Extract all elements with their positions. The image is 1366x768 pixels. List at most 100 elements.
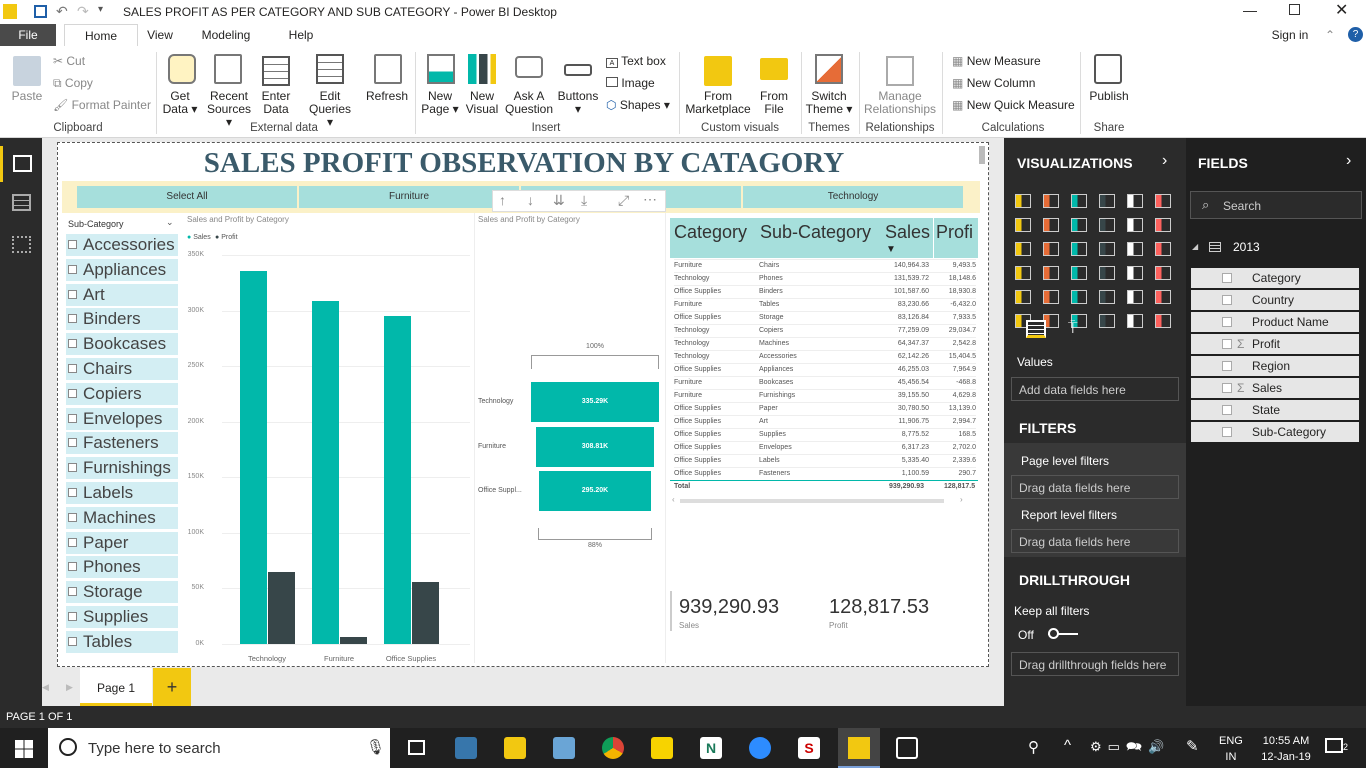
copy-button[interactable]: ⧉ Copy (53, 77, 93, 90)
fields-well-icon[interactable] (1026, 320, 1046, 338)
slicer-item[interactable]: Accessories (66, 234, 178, 256)
collapse-ribbon-icon[interactable]: ⌃ (1322, 24, 1338, 46)
shapes-button[interactable]: ⬡ Shapes ▾ (606, 99, 670, 112)
expand-all-icon[interactable]: ⇊ (553, 192, 565, 209)
customize-qat-icon[interactable]: ▾ (98, 4, 103, 15)
report-view-icon[interactable] (0, 146, 42, 182)
redo-icon[interactable]: ↷ (77, 3, 89, 20)
file-explorer-icon[interactable] (504, 737, 526, 759)
visual-type-icon[interactable] (1071, 290, 1087, 304)
switch-theme-button[interactable]: Switch Theme ▾ (805, 90, 853, 116)
tab-home[interactable]: Home (64, 24, 138, 46)
visual-type-icon[interactable] (1155, 290, 1171, 304)
slicer-item[interactable]: Labels (66, 482, 178, 504)
visual-type-icon[interactable] (1015, 218, 1031, 232)
slicer-item[interactable]: Paper (66, 531, 178, 554)
visual-type-icon[interactable] (1127, 194, 1143, 208)
slicer-item[interactable]: Art (66, 283, 178, 306)
from-marketplace-button[interactable]: From Marketplace (684, 90, 752, 116)
visual-type-icon[interactable] (1043, 194, 1059, 208)
drill-down-icon[interactable]: ↓ (527, 192, 534, 208)
visual-type-icon[interactable] (1015, 290, 1031, 304)
checkbox[interactable] (68, 636, 77, 646)
drillthrough-drop-zone[interactable]: Drag drillthrough fields here (1011, 652, 1179, 676)
tray-chevron-icon[interactable]: ^ (1064, 737, 1071, 754)
checkbox[interactable] (68, 612, 77, 621)
field-checkbox[interactable] (1222, 361, 1232, 371)
visual-type-icon[interactable] (1015, 242, 1031, 256)
slicer-item[interactable]: Chairs (66, 358, 178, 380)
visual-type-icon[interactable] (1071, 266, 1087, 280)
close-icon[interactable]: ✕ (1335, 0, 1348, 20)
visual-type-icon[interactable] (1071, 194, 1087, 208)
table-row[interactable]: Office Supplies Appliances 46,255.03 7,964.… (674, 363, 976, 376)
table-row[interactable]: Technology Machines 64,347.37 2,542.8 (674, 337, 976, 350)
field-checkbox[interactable] (1222, 427, 1232, 437)
tray-icons[interactable]: ⚙▭🗪🔊 (1090, 738, 1170, 760)
table-row[interactable]: Furniture Furnishings 39,155.50 4,629.8 (674, 389, 976, 402)
field-checkbox[interactable] (1222, 339, 1232, 349)
table-row[interactable]: Office Supplies Storage 83,126.84 7,933.5 (674, 311, 976, 324)
col-profit[interactable]: Profi (936, 222, 976, 243)
python-app-icon[interactable] (455, 737, 477, 759)
visual-type-icon[interactable] (1099, 194, 1115, 208)
data-view-icon[interactable] (12, 194, 31, 211)
new-column-button[interactable]: ▦ New Column (952, 77, 1035, 90)
text-box-button[interactable]: A Text box (606, 55, 666, 68)
visual-type-icon[interactable] (1127, 314, 1143, 328)
checkbox[interactable] (68, 537, 77, 547)
table-row[interactable]: Furniture Bookcases 45,456.54 -468.8 (674, 376, 976, 389)
scroll-right-icon[interactable]: › (960, 495, 963, 504)
visual-type-icon[interactable] (1127, 242, 1143, 256)
language-indicator[interactable]: ENG IN (1219, 733, 1243, 765)
field-checkbox[interactable] (1222, 317, 1232, 327)
visual-type-icon[interactable] (1043, 218, 1059, 232)
col-category[interactable]: Category (674, 222, 747, 243)
field-checkbox[interactable] (1222, 295, 1232, 305)
undo-icon[interactable]: ↶ (56, 3, 68, 20)
chrome-icon[interactable] (602, 737, 624, 759)
photos-app-icon[interactable] (896, 737, 918, 759)
tab-file[interactable]: File (0, 24, 56, 46)
from-file-button[interactable]: From File (754, 90, 794, 116)
field-item[interactable]: Σ Sales (1191, 378, 1359, 398)
slicer-select-all[interactable]: Select All (77, 186, 297, 208)
bar-profit[interactable] (340, 637, 367, 644)
table-name[interactable]: 2013 (1233, 240, 1260, 254)
table-row[interactable]: Office Supplies Envelopes 6,317.23 2,702.0 (674, 441, 976, 454)
table-expand-icon[interactable]: ◢ (1192, 242, 1198, 251)
table-row[interactable]: Office Supplies Art 11,906.75 2,994.7 (674, 415, 976, 428)
visual-type-icon[interactable] (1015, 266, 1031, 280)
enter-data-button[interactable]: Enter Data (256, 90, 296, 116)
checkbox[interactable] (68, 388, 77, 398)
table-row[interactable]: Furniture Tables 83,230.66 -6,432.0 (674, 298, 976, 311)
visual-type-icon[interactable] (1127, 290, 1143, 304)
more-options-icon[interactable]: ⋯ (643, 191, 657, 208)
format-painter-button[interactable]: 🖌 Format Painter (53, 99, 151, 112)
checkbox[interactable] (68, 463, 77, 473)
visual-type-icon[interactable] (1155, 314, 1171, 328)
table-row[interactable]: Office Supplies Paper 30,780.50 13,139.0 (674, 402, 976, 415)
field-item[interactable]: Category (1191, 268, 1359, 288)
visual-type-icon[interactable] (1099, 290, 1115, 304)
slicer-item[interactable]: Phones (66, 556, 178, 579)
scroll-left-icon[interactable]: ‹ (672, 495, 675, 504)
new-visual-button[interactable]: New Visual (462, 90, 502, 116)
page-filters-drop-zone[interactable]: Drag data fields here (1011, 475, 1179, 499)
table-row[interactable]: Office Supplies Labels 5,335.40 2,339.6 (674, 454, 976, 467)
visual-type-icon[interactable] (1071, 242, 1087, 256)
visual-type-icon[interactable] (1099, 266, 1115, 280)
field-item[interactable]: State (1191, 400, 1359, 420)
checkbox[interactable] (68, 438, 77, 448)
checkbox[interactable] (68, 364, 77, 373)
image-button[interactable]: Image (606, 77, 655, 90)
powerbi-task-active[interactable] (838, 728, 880, 768)
minimize-icon[interactable]: — (1243, 2, 1257, 18)
slicer-item[interactable]: Storage (66, 581, 178, 604)
field-search-input[interactable]: ⌕ Search (1190, 191, 1362, 219)
slicer-item[interactable]: Fasteners (66, 432, 178, 455)
manage-relationships-button[interactable]: Manage Relationships (862, 90, 938, 116)
visual-type-icon[interactable] (1099, 218, 1115, 232)
checkbox[interactable] (68, 264, 77, 274)
slicer-item[interactable]: Copiers (66, 382, 178, 405)
